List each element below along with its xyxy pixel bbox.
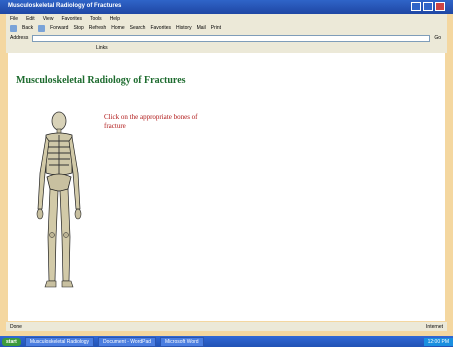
- mail-button[interactable]: Mail: [197, 25, 206, 31]
- taskbar-item[interactable]: Microsoft Word: [160, 336, 204, 347]
- back-icon[interactable]: [10, 24, 17, 32]
- links-label[interactable]: Links: [96, 45, 108, 51]
- menu-help[interactable]: Help: [110, 16, 120, 22]
- window-controls: [411, 2, 445, 11]
- address-bar: Address Go: [6, 33, 447, 43]
- menu-file[interactable]: File: [10, 16, 18, 22]
- status-zone: Internet: [426, 323, 443, 330]
- minimize-button[interactable]: [411, 2, 421, 11]
- history-button[interactable]: History: [176, 25, 192, 31]
- search-button[interactable]: Search: [130, 25, 146, 31]
- system-tray-clock[interactable]: 12:00 PM: [423, 337, 453, 346]
- page-content: Musculoskeletal Radiology of Fractures C…: [8, 53, 445, 321]
- favorites-button[interactable]: Favorites: [150, 25, 171, 31]
- links-bar: Links: [6, 43, 447, 53]
- go-button[interactable]: Go: [434, 35, 447, 41]
- start-button[interactable]: start: [2, 337, 21, 346]
- menu-view[interactable]: View: [43, 16, 54, 22]
- fracture-link-continuation[interactable]: fracture: [104, 122, 126, 130]
- back-button[interactable]: Back: [22, 25, 33, 31]
- stop-button[interactable]: Stop: [73, 25, 83, 31]
- maximize-button[interactable]: [423, 2, 433, 11]
- forward-icon[interactable]: [38, 24, 46, 32]
- address-input[interactable]: [32, 34, 431, 42]
- refresh-button[interactable]: Refresh: [89, 25, 107, 31]
- window-titlebar[interactable]: Musculoskeletal Radiology of Fractures: [0, 0, 453, 14]
- page-title: Musculoskeletal Radiology of Fractures: [16, 75, 186, 86]
- menu-bar: File Edit View Favorites Tools Help: [6, 14, 447, 23]
- window-title: Musculoskeletal Radiology of Fractures: [8, 3, 122, 9]
- menu-edit[interactable]: Edit: [26, 16, 35, 22]
- taskbar-item[interactable]: Musculoskeletal Radiology: [24, 336, 95, 347]
- toolbar: Back Forward Stop Refresh Home Search Fa…: [6, 23, 447, 33]
- status-bar: Done Internet: [6, 322, 447, 331]
- menu-tools[interactable]: Tools: [90, 16, 102, 22]
- taskbar: start Musculoskeletal Radiology Document…: [0, 336, 453, 347]
- home-button[interactable]: Home: [111, 25, 124, 31]
- status-left: Done: [10, 323, 22, 330]
- taskbar-item[interactable]: Document - WordPad: [98, 336, 157, 347]
- skeleton-image[interactable]: [32, 111, 86, 295]
- menu-favorites[interactable]: Favorites: [61, 16, 82, 22]
- forward-button[interactable]: Forward: [50, 25, 68, 31]
- address-label: Address: [10, 35, 29, 41]
- print-button[interactable]: Print: [211, 25, 221, 31]
- fracture-link[interactable]: Click on the appropriate bones of: [104, 113, 198, 121]
- close-button[interactable]: [435, 2, 445, 11]
